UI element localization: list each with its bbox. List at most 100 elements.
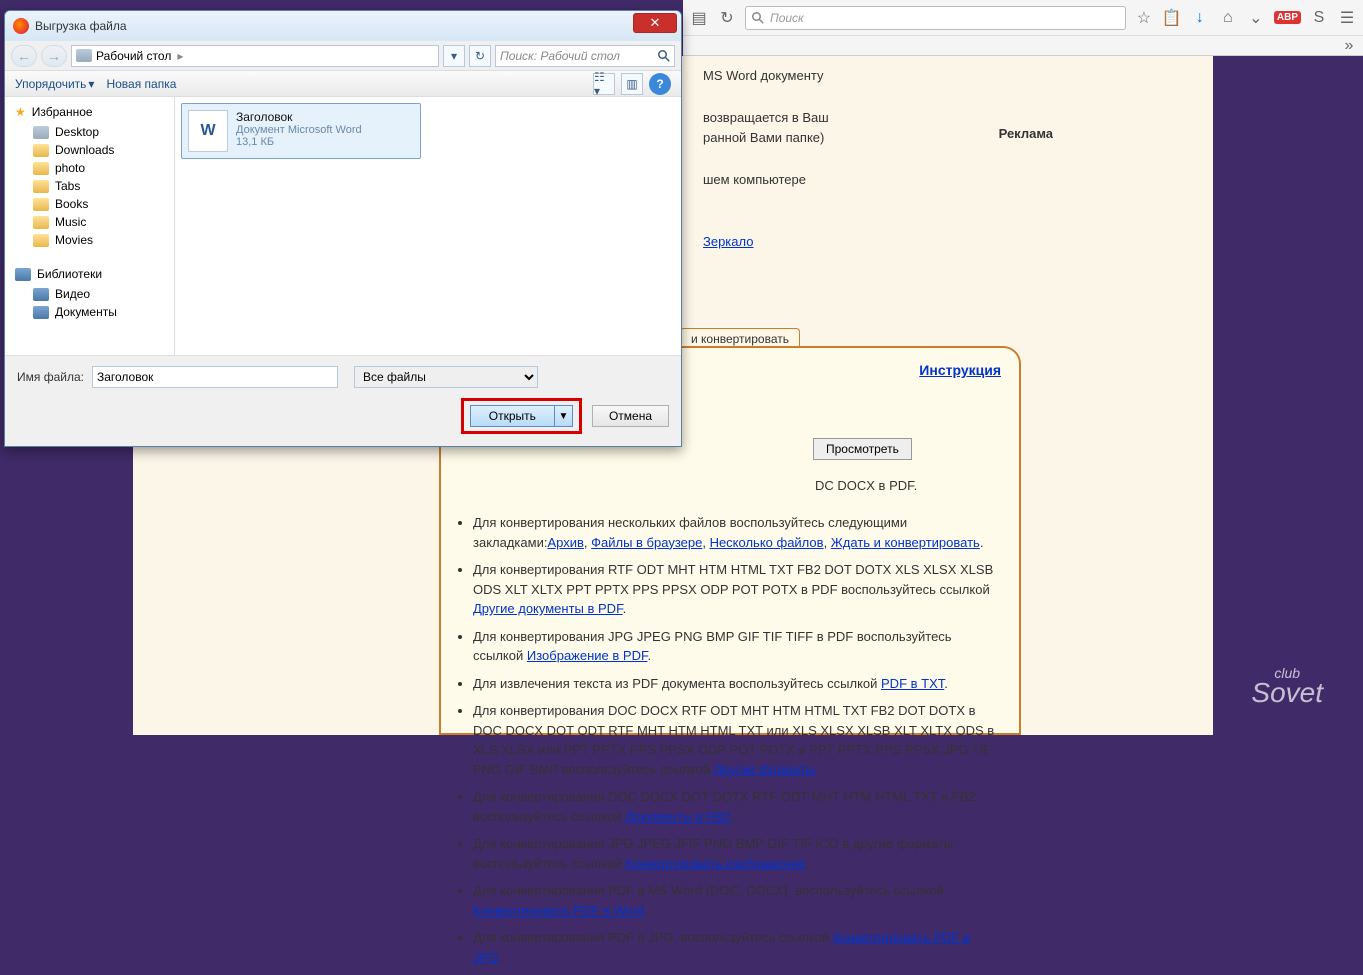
bullet-item: Для конвертирования DOC DOCX RTF ODT MHT… bbox=[473, 701, 999, 779]
libraries-icon bbox=[15, 268, 31, 281]
close-button[interactable]: ✕ bbox=[633, 13, 677, 33]
watermark: club Sovet bbox=[1251, 667, 1323, 705]
bullet-item: Для конвертирования JPG JPEG PNG BMP GIF… bbox=[473, 627, 999, 666]
mirror-link[interactable]: Зеркало bbox=[703, 234, 753, 249]
sidebar: ★ Избранное DesktopDownloadsphotoTabsBoo… bbox=[5, 97, 175, 355]
browser-toolbar: ▤ ↻ Поиск ☆ 📋 ↓ ⌂ ⌄ ABP S ☰ bbox=[683, 0, 1363, 36]
nav-back[interactable]: ← bbox=[11, 45, 37, 67]
nav-refresh[interactable]: ↻ bbox=[469, 45, 491, 67]
content-link[interactable]: Ждать и конвертировать bbox=[831, 535, 980, 550]
library-icon bbox=[33, 306, 49, 319]
help-button[interactable]: ? bbox=[649, 73, 671, 95]
folder-icon bbox=[33, 180, 49, 193]
firefox-icon bbox=[13, 18, 29, 34]
content-link[interactable]: Файлы в браузере bbox=[591, 535, 702, 550]
bullets-list: Для конвертирования нескольких файлов во… bbox=[451, 513, 999, 975]
breadcrumb-dropdown[interactable]: ▾ bbox=[443, 45, 465, 67]
sidebar-item-desktop[interactable]: Desktop bbox=[5, 123, 174, 141]
word-icon bbox=[188, 110, 228, 152]
menu-icon[interactable]: ☰ bbox=[1337, 8, 1357, 28]
browse-button[interactable]: Просмотреть bbox=[813, 438, 912, 460]
search-box[interactable]: Поиск bbox=[745, 6, 1126, 30]
bullet-item: Для конвертирования PDF в MS Word (DOC, … bbox=[473, 881, 999, 920]
computer-frag: шем компьютере bbox=[703, 170, 1193, 191]
bullet-item: Для конвертирования PDF в JPG, воспользу… bbox=[473, 928, 999, 967]
reload-icon[interactable]: ↻ bbox=[717, 8, 737, 28]
content-link[interactable]: PDF в TXT bbox=[881, 676, 944, 691]
open-dropdown[interactable]: ▼ bbox=[555, 405, 573, 427]
headline-frag: MS Word документу bbox=[703, 66, 1193, 87]
star-icon: ★ bbox=[15, 105, 26, 119]
stylish-icon[interactable]: S bbox=[1309, 8, 1329, 28]
overflow-icon[interactable]: » bbox=[1339, 36, 1359, 56]
content-link[interactable]: Архив bbox=[547, 535, 583, 550]
filter-select[interactable]: Все файлы bbox=[354, 366, 538, 388]
pocket-icon[interactable]: ⌄ bbox=[1246, 8, 1266, 28]
dialog-body: ★ Избранное DesktopDownloadsphotoTabsBoo… bbox=[5, 97, 681, 355]
return-frag: возвращается в Ваш bbox=[703, 108, 1193, 129]
content-link[interactable]: Конвертировать PDF в Word bbox=[473, 903, 645, 918]
sidebar-item-tabs[interactable]: Tabs bbox=[5, 177, 174, 195]
content-link[interactable]: Конвертировать PDF в JPG bbox=[473, 930, 970, 965]
library-icon bbox=[33, 288, 49, 301]
dialog-bottom: Имя файла: Все файлы Открыть ▼ Отмена bbox=[5, 355, 681, 446]
content-link[interactable]: Несколько файлов bbox=[710, 535, 824, 550]
folder-icon bbox=[33, 144, 49, 157]
clipboard-icon[interactable]: 📋 bbox=[1162, 8, 1182, 28]
bullet-item: Для конвертирования RTF ODT MHT HTM HTML… bbox=[473, 560, 999, 619]
instruction-link[interactable]: Инструкция bbox=[919, 362, 1001, 378]
abp-icon[interactable]: ABP bbox=[1274, 11, 1301, 24]
search-placeholder: Поиск bbox=[770, 11, 804, 25]
bullet-item: Для конвертирования JPG JPEG JFIF PNG BM… bbox=[473, 834, 999, 873]
browser-substrip: » bbox=[683, 36, 1363, 56]
home-icon[interactable]: ⌂ bbox=[1218, 8, 1238, 28]
folder-icon bbox=[33, 162, 49, 175]
content-link[interactable]: Изображение в PDF bbox=[527, 648, 648, 663]
preview-pane-button[interactable]: ▥ bbox=[621, 73, 643, 95]
filename-label: Имя файла: bbox=[17, 370, 84, 384]
ad-label: Реклама bbox=[999, 126, 1053, 141]
content-link[interactable]: Конвертировать изображение bbox=[625, 856, 805, 871]
sidebar-libraries[interactable]: Библиотеки bbox=[5, 263, 174, 285]
reader-icon[interactable]: ▤ bbox=[689, 8, 709, 28]
filename-input[interactable] bbox=[92, 366, 338, 388]
chevron-right-icon[interactable]: ▸ bbox=[177, 49, 183, 63]
star-icon[interactable]: ☆ bbox=[1134, 8, 1154, 28]
folder-icon bbox=[33, 198, 49, 211]
sidebar-favorites[interactable]: ★ Избранное bbox=[5, 101, 174, 123]
sidebar-item-books[interactable]: Books bbox=[5, 195, 174, 213]
sidebar-item-downloads[interactable]: Downloads bbox=[5, 141, 174, 159]
sidebar-item-Видео[interactable]: Видео bbox=[5, 285, 174, 303]
bullet-item: Для конвертирования нескольких файлов во… bbox=[473, 513, 999, 552]
nav-forward[interactable]: → bbox=[41, 45, 67, 67]
content-link[interactable]: Документы в FB2 bbox=[625, 809, 730, 824]
open-button[interactable]: Открыть bbox=[470, 405, 555, 427]
sidebar-item-photo[interactable]: photo bbox=[5, 159, 174, 177]
cancel-button[interactable]: Отмена bbox=[592, 405, 669, 427]
sidebar-item-music[interactable]: Music bbox=[5, 213, 174, 231]
docx-line: DC DOCX в PDF. bbox=[815, 478, 917, 493]
sidebar-item-Документы[interactable]: Документы bbox=[5, 303, 174, 321]
breadcrumb-bar[interactable]: Рабочий стол ▸ bbox=[71, 45, 439, 67]
folder-frag: ранной Вами папке) bbox=[703, 128, 1193, 149]
file-area[interactable]: Заголовок Документ Microsoft Word 13,1 К… bbox=[175, 97, 681, 355]
bullet-item: Для извлечения текста из PDF документа в… bbox=[473, 674, 999, 694]
file-item-selected[interactable]: Заголовок Документ Microsoft Word 13,1 К… bbox=[181, 103, 421, 159]
dialog-toolbar: Упорядочить ▾ Новая папка ☷ ▾ ▥ ? bbox=[5, 71, 681, 97]
dialog-search[interactable]: Поиск: Рабочий стол bbox=[495, 45, 675, 67]
download-icon[interactable]: ↓ bbox=[1190, 8, 1210, 28]
content-link[interactable]: Другие форматы bbox=[714, 762, 816, 777]
organize-button[interactable]: Упорядочить ▾ bbox=[15, 77, 94, 91]
breadcrumb-desktop: Рабочий стол bbox=[96, 49, 171, 63]
content-link[interactable]: Другие документы в PDF bbox=[473, 601, 623, 616]
sidebar-item-movies[interactable]: Movies bbox=[5, 231, 174, 249]
view-button[interactable]: ☷ ▾ bbox=[593, 73, 615, 95]
open-highlight: Открыть ▼ bbox=[461, 398, 582, 434]
desktop-icon bbox=[76, 49, 92, 62]
file-type: Документ Microsoft Word bbox=[236, 124, 362, 136]
dialog-titlebar[interactable]: Выгрузка файла ✕ bbox=[5, 11, 681, 41]
new-folder-button[interactable]: Новая папка bbox=[106, 77, 176, 91]
dialog-title: Выгрузка файла bbox=[35, 19, 127, 33]
folder-icon bbox=[33, 234, 49, 247]
dialog-search-placeholder: Поиск: Рабочий стол bbox=[500, 49, 620, 63]
